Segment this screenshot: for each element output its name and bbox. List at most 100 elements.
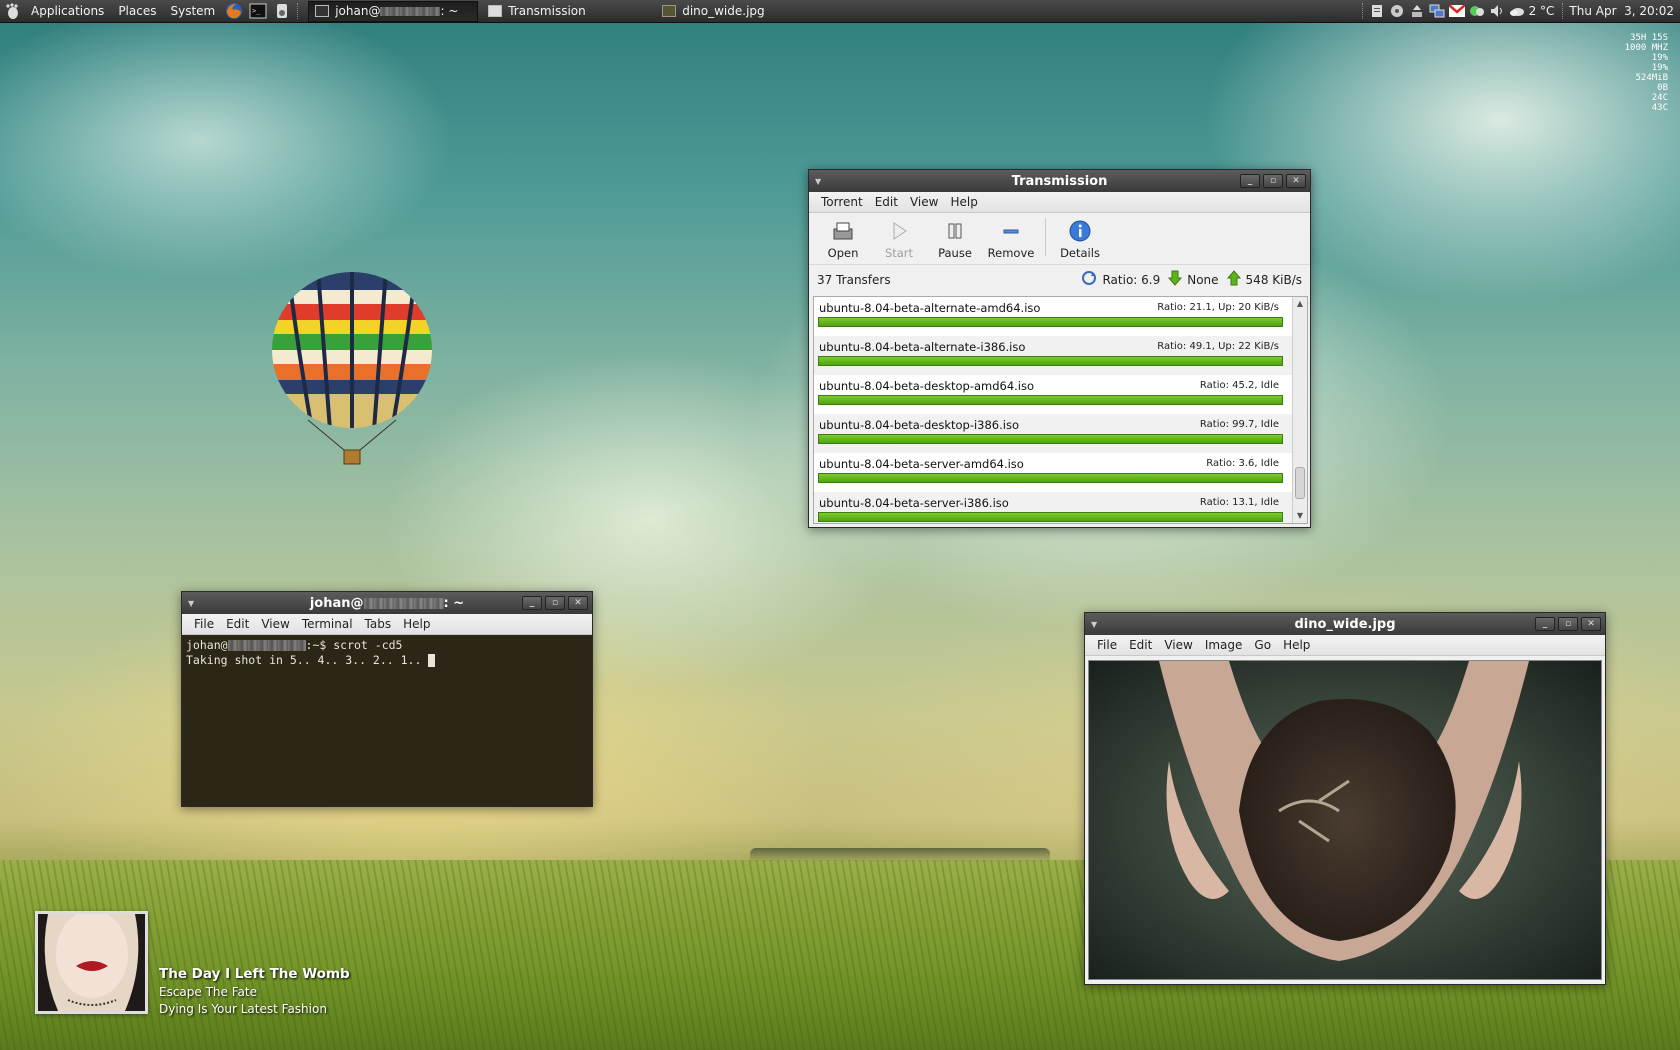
torrent-progress-bar bbox=[818, 434, 1283, 444]
panel-separator bbox=[1361, 3, 1365, 19]
transfers-count: 37 Transfers bbox=[817, 272, 891, 287]
network-icon[interactable] bbox=[1429, 3, 1445, 19]
scrollbar-thumb[interactable] bbox=[1295, 467, 1305, 499]
notification-tray: 2 °C Thu Apr 3, 20:02 bbox=[1361, 3, 1680, 19]
menu-help[interactable]: Help bbox=[944, 195, 983, 209]
details-button[interactable]: Details bbox=[1054, 219, 1106, 260]
menu-image[interactable]: Image bbox=[1199, 638, 1249, 652]
close-button[interactable]: ✕ bbox=[1286, 174, 1306, 188]
image-display[interactable] bbox=[1088, 660, 1602, 980]
minimize-button[interactable]: _ bbox=[522, 596, 542, 610]
terminal-launcher-icon[interactable]: >_ bbox=[248, 2, 268, 20]
menu-help[interactable]: Help bbox=[1277, 638, 1316, 652]
start-button[interactable]: Start bbox=[873, 219, 925, 260]
torrent-progress-bar bbox=[818, 395, 1283, 405]
torrent-list-scrollbar[interactable]: ▲ ▼ bbox=[1292, 297, 1307, 523]
track-title: The Day I Left The Womb bbox=[159, 966, 350, 982]
image-viewer-task-icon bbox=[662, 5, 677, 17]
menu-tabs[interactable]: Tabs bbox=[359, 617, 398, 631]
window-menu-icon[interactable]: ▼ bbox=[188, 599, 200, 608]
menu-file[interactable]: File bbox=[1091, 638, 1123, 652]
clock[interactable]: Thu Apr 3, 20:02 bbox=[1569, 4, 1674, 18]
ratio-stat[interactable]: Ratio: 6.9 bbox=[1081, 270, 1160, 289]
places-menu[interactable]: Places bbox=[111, 0, 163, 23]
menu-edit[interactable]: Edit bbox=[869, 195, 904, 209]
pause-button[interactable]: Pause bbox=[929, 219, 981, 260]
viewer-title: dino_wide.jpg bbox=[1294, 616, 1396, 632]
window-menu-icon[interactable]: ▼ bbox=[1091, 620, 1103, 629]
torrent-row[interactable]: ubuntu-8.04-beta-server-i386.iso Ratio: … bbox=[814, 492, 1307, 523]
transmission-statusbar: 37 Transfers Ratio: 6.9 None 548 KiB/s bbox=[809, 265, 1310, 294]
volume-icon[interactable] bbox=[1489, 3, 1505, 19]
now-playing-widget: The Day I Left The Womb Escape The Fate … bbox=[35, 911, 435, 1016]
minimize-button[interactable]: _ bbox=[1535, 617, 1555, 631]
redacted-hostname bbox=[380, 6, 441, 16]
transmission-toolbar: Open Start Pause Remove Details bbox=[809, 213, 1310, 265]
menu-edit[interactable]: Edit bbox=[1123, 638, 1158, 652]
torrent-progress-bar bbox=[818, 473, 1283, 483]
download-speed-label: None bbox=[1187, 272, 1219, 287]
torrent-row[interactable]: ubuntu-8.04-beta-server-amd64.iso Ratio:… bbox=[814, 453, 1307, 492]
scroll-down-icon[interactable]: ▼ bbox=[1293, 509, 1307, 523]
task-image-viewer[interactable]: dino_wide.jpg bbox=[656, 1, 826, 22]
torrent-row[interactable]: ubuntu-8.04-beta-alternate-i386.iso Rati… bbox=[814, 336, 1307, 375]
torrent-row[interactable]: ubuntu-8.04-beta-desktop-amd64.iso Ratio… bbox=[814, 375, 1307, 414]
menu-help[interactable]: Help bbox=[397, 617, 436, 631]
torrent-stats: Ratio: 13.1, Idle bbox=[1199, 497, 1279, 508]
menu-view[interactable]: View bbox=[904, 195, 944, 209]
viewer-titlebar[interactable]: ▼ dino_wide.jpg _ ▫ ✕ bbox=[1085, 613, 1605, 635]
firefox-icon[interactable] bbox=[224, 2, 244, 20]
scroll-up-icon[interactable]: ▲ bbox=[1293, 297, 1307, 311]
terminal-cursor bbox=[428, 654, 436, 667]
album-art-image[interactable] bbox=[35, 911, 148, 1014]
menu-view[interactable]: View bbox=[255, 617, 295, 631]
play-icon bbox=[887, 219, 911, 243]
gmail-icon[interactable] bbox=[1448, 3, 1465, 19]
applications-menu[interactable]: Applications bbox=[24, 0, 111, 23]
torrent-row[interactable]: ubuntu-8.04-beta-desktop-i386.iso Ratio:… bbox=[814, 414, 1307, 453]
task-transmission[interactable]: Transmission bbox=[482, 1, 652, 22]
menu-torrent[interactable]: Torrent bbox=[815, 195, 869, 209]
terminal-titlebar[interactable]: ▼ johan@: ~ _ ▫ ✕ bbox=[182, 592, 592, 614]
conky-temp2: 43C bbox=[1651, 103, 1668, 113]
weather-temperature[interactable]: 2 °C bbox=[1529, 4, 1555, 18]
wallpaper-treeline bbox=[750, 848, 1050, 862]
redacted-hostname bbox=[227, 640, 306, 651]
down-arrow-icon bbox=[1168, 270, 1183, 289]
task-terminal[interactable]: johan@: ~ bbox=[308, 0, 479, 22]
menu-view[interactable]: View bbox=[1158, 638, 1198, 652]
minimize-button[interactable]: _ bbox=[1240, 174, 1260, 188]
clipboard-icon[interactable] bbox=[1369, 3, 1385, 19]
disc-icon[interactable] bbox=[1389, 3, 1405, 19]
close-button[interactable]: ✕ bbox=[1581, 617, 1601, 631]
menu-terminal[interactable]: Terminal bbox=[296, 617, 359, 631]
details-label: Details bbox=[1060, 246, 1100, 260]
remove-button[interactable]: Remove bbox=[985, 219, 1037, 260]
open-button[interactable]: Open bbox=[817, 219, 869, 260]
torrent-progress-bar bbox=[818, 356, 1283, 366]
weather-icon[interactable] bbox=[1509, 3, 1525, 19]
audio-player-icon[interactable] bbox=[272, 2, 292, 20]
maximize-button[interactable]: ▫ bbox=[545, 596, 565, 610]
conky-system-monitor: 35H 15S 1000 MHZ 19% 19% 524MiB 0B 24C 4… bbox=[1625, 33, 1668, 113]
maximize-button[interactable]: ▫ bbox=[1558, 617, 1578, 631]
image-viewer-window: ▼ dino_wide.jpg _ ▫ ✕ File Edit View Ima… bbox=[1084, 612, 1606, 985]
transmission-task-icon bbox=[488, 5, 503, 17]
conky-temp1: 24C bbox=[1651, 93, 1668, 103]
upload-icon[interactable] bbox=[1409, 3, 1425, 19]
window-menu-icon[interactable]: ▼ bbox=[815, 177, 827, 186]
close-button[interactable]: ✕ bbox=[568, 596, 588, 610]
terminal-output[interactable]: johan@:~$ scrot -cd5 Taking shot in 5.. … bbox=[184, 637, 590, 804]
transmission-titlebar[interactable]: ▼ Transmission _ ▫ ✕ bbox=[809, 170, 1310, 192]
menu-file[interactable]: File bbox=[188, 617, 220, 631]
gnome-foot-icon[interactable] bbox=[2, 2, 22, 20]
start-label: Start bbox=[884, 246, 914, 260]
torrent-row[interactable]: ubuntu-8.04-beta-alternate-amd64.iso Rat… bbox=[814, 297, 1307, 336]
menu-edit[interactable]: Edit bbox=[220, 617, 255, 631]
menu-go[interactable]: Go bbox=[1248, 638, 1277, 652]
torrent-list: ubuntu-8.04-beta-alternate-amd64.iso Rat… bbox=[813, 296, 1308, 524]
maximize-button[interactable]: ▫ bbox=[1263, 174, 1283, 188]
svg-text:>_: >_ bbox=[252, 7, 261, 15]
pidgin-icon[interactable] bbox=[1469, 3, 1485, 19]
system-menu[interactable]: System bbox=[163, 0, 222, 23]
